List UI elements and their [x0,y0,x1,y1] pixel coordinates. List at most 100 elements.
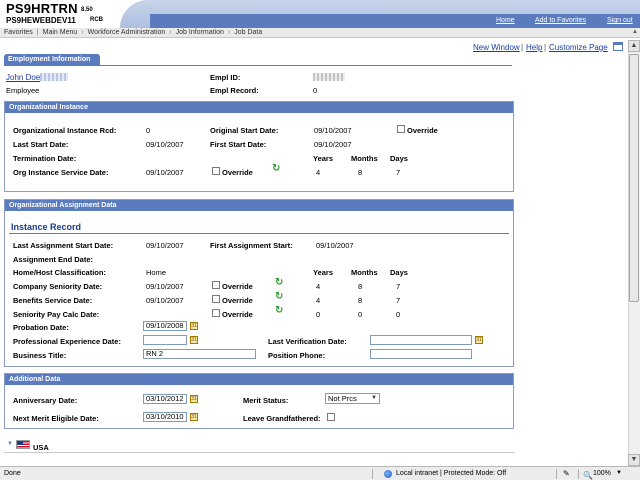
status-text: Done [4,470,21,477]
org-instance-rcd-value: 0 [146,126,151,135]
company-seniority-override-checkbox[interactable] [212,281,220,289]
app-title: PS9HRTRN [6,1,78,16]
empl-record-value: 0 [313,86,318,95]
business-title-input[interactable]: RN 2 [143,349,256,359]
zoom-magnifier-icon[interactable]: 🔍 [583,469,593,480]
calendar-icon[interactable]: 31 [190,395,198,403]
org-assignment-section: Organizational Assignment Data Instance … [4,199,514,367]
database-name: PS9HEWEBDEV11 [6,16,76,25]
tab-employment-information[interactable]: Employment Information [4,54,100,65]
company-seniority-years: 4 [316,282,321,291]
months-header: Months [351,154,378,163]
anniversary-date-label: Anniversary Date: [13,396,78,405]
home-host-label: Home/Host Classification: [13,268,106,277]
professional-experience-input[interactable] [143,335,187,345]
last-start-value: 09/10/2007 [146,140,184,149]
collapse-header-icon[interactable]: ▲ [632,29,638,37]
seniority-pay-calc-label: Seniority Pay Calc Date: [13,310,100,319]
years-header: Years [313,268,334,277]
breadcrumb: Favorites | Main Menu › Workforce Administra… [0,28,640,38]
seniority-pay-years: 0 [316,310,321,319]
refresh-icon[interactable]: ↻ [275,278,283,288]
business-title-label: Business Title: [13,351,67,360]
org-instance-service-value: 09/10/2007 [146,168,184,177]
settings-icon[interactable]: ✎ [563,467,570,480]
help-link[interactable]: Help [526,43,542,52]
original-start-label: Original Start Date: [210,126,279,135]
first-start-label: First Start Date: [210,140,267,149]
chevron-down-icon[interactable]: ▼ [616,467,622,480]
anniversary-date-input[interactable]: 03/10/2012 [143,394,187,404]
zone-text: Local intranet | Protected Mode: Off [396,470,507,477]
last-start-label: Last Start Date: [13,140,69,149]
refresh-icon[interactable]: ↻ [272,164,280,174]
employee-name-link[interactable]: John Doe [6,73,40,82]
benefits-days: 7 [396,296,401,305]
next-merit-input[interactable]: 03/10/2010 [143,412,187,422]
org-instance-header: Organizational Instance [5,102,513,113]
benefits-service-label: Benefits Service Date: [13,296,93,305]
link-separator: | [521,43,524,52]
months-header: Months [351,268,378,277]
service-override-checkbox[interactable] [212,167,220,175]
sign-out-link[interactable]: Sign out [607,17,633,24]
breadcrumb-separator: | [36,29,39,36]
breadcrumb-separator: › [169,29,172,36]
benefits-override-label: Override [222,296,253,305]
probation-date-input[interactable]: 09/10/2008 [143,321,187,331]
refresh-icon[interactable]: ↻ [275,306,283,316]
leave-grandfathered-checkbox[interactable] [327,413,335,421]
position-phone-input[interactable] [370,349,472,359]
expand-triangle-icon[interactable]: ▼ [7,441,13,447]
customize-page-link[interactable]: Customize Page [549,43,608,52]
calendar-icon[interactable]: 31 [190,413,198,421]
grid-view-icon[interactable] [613,42,623,51]
service-months: 8 [358,168,363,177]
section-divider [4,452,514,453]
us-flag-icon [16,440,30,449]
org-assignment-header: Organizational Assignment Data [5,200,513,211]
company-seniority-days: 7 [396,282,401,291]
breadcrumb-job-information[interactable]: Job Information [176,29,224,36]
last-verification-input[interactable] [370,335,472,345]
add-to-favorites-link[interactable]: Add to Favorites [535,17,586,24]
breadcrumb-workforce-admin[interactable]: Workforce Administration [88,29,166,36]
breadcrumb-main-menu[interactable]: Main Menu [43,29,78,36]
calendar-icon[interactable]: 31 [190,336,198,344]
assignment-end-label: Assignment End Date: [13,255,94,264]
seniority-pay-override-label: Override [222,310,253,319]
scroll-up-arrow-icon[interactable]: ▲ [628,40,640,52]
last-assignment-start-value: 09/10/2007 [146,241,184,250]
calendar-icon[interactable]: 31 [475,336,483,344]
empl-id-label: Empl ID: [210,73,241,82]
refresh-icon[interactable]: ↻ [275,292,283,302]
status-divider [578,469,579,479]
termination-label: Termination Date: [13,154,77,163]
instance-record-title: Instance Record [11,222,82,232]
position-phone-label: Position Phone: [268,351,326,360]
seniority-pay-override-checkbox[interactable] [212,309,220,317]
benefits-override-checkbox[interactable] [212,295,220,303]
company-seniority-value: 09/10/2007 [146,282,184,291]
calendar-icon[interactable]: 31 [190,322,198,330]
original-start-value: 09/10/2007 [314,126,352,135]
empl-record-label: Empl Record: [210,86,259,95]
breadcrumb-separator: › [227,29,231,36]
years-header: Years [313,154,334,163]
probation-date-label: Probation Date: [13,323,69,332]
scroll-down-arrow-icon[interactable]: ▼ [628,454,640,466]
redacted-empl-id-block [313,73,345,81]
zoom-level[interactable]: 100% [593,467,611,480]
merit-status-select[interactable]: Not Prcs ▼ [325,393,380,404]
scroll-thumb[interactable] [629,54,639,302]
breadcrumb-favorites[interactable]: Favorites [4,29,33,36]
professional-experience-label: Professional Experience Date: [13,337,121,346]
link-separator: | [544,43,547,52]
original-start-override-checkbox[interactable] [397,125,405,133]
home-link[interactable]: Home [496,17,515,24]
service-override-label: Override [222,168,253,177]
home-host-value: Home [146,268,167,277]
instance-record-divider [9,233,509,234]
new-window-link[interactable]: New Window [473,43,520,52]
additional-data-header: Additional Data [5,374,513,385]
